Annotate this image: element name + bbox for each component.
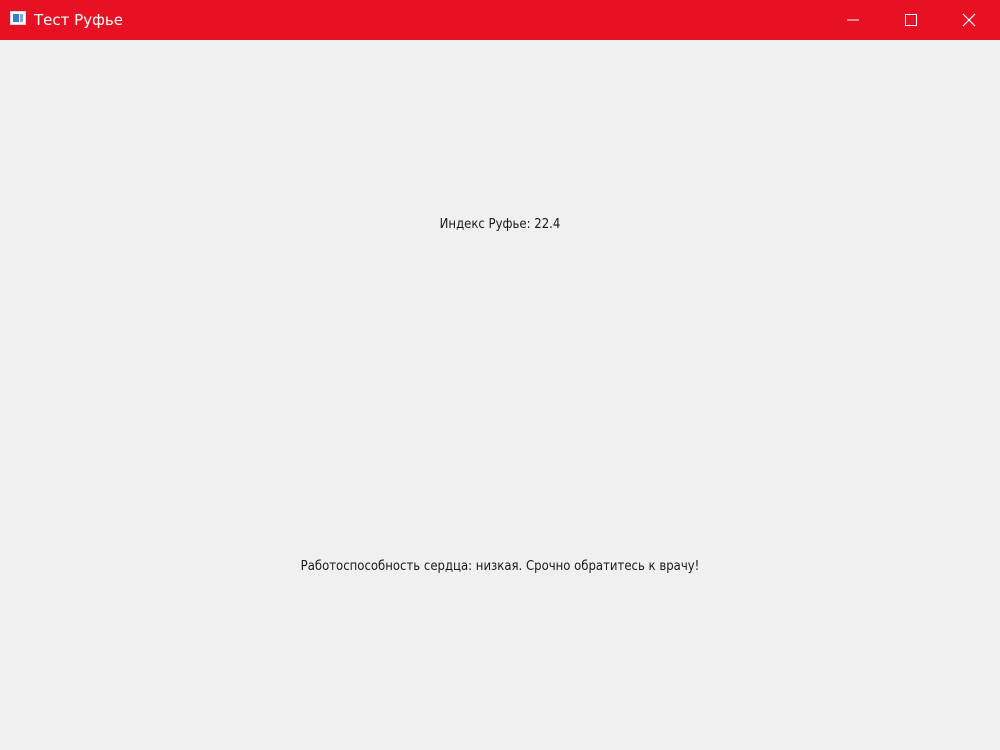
minimize-icon xyxy=(847,19,859,21)
close-button[interactable] xyxy=(940,0,998,40)
maximize-button[interactable] xyxy=(882,0,940,40)
minimize-button[interactable] xyxy=(824,0,882,40)
heart-performance-result-label: Работоспособность сердца: низкая. Срочно… xyxy=(300,559,700,574)
maximize-icon xyxy=(905,14,917,26)
window-title: Тест Руфье xyxy=(34,11,123,29)
app-window-icon xyxy=(10,11,26,25)
close-icon xyxy=(962,13,976,27)
title-bar[interactable]: Тест Руфье xyxy=(0,0,1000,40)
rufier-index-label: Индекс Руфье: 22.4 xyxy=(439,217,561,232)
app-window: Тест Руфье Индекс Руфье: 22.4 Работоспос… xyxy=(0,0,1000,750)
